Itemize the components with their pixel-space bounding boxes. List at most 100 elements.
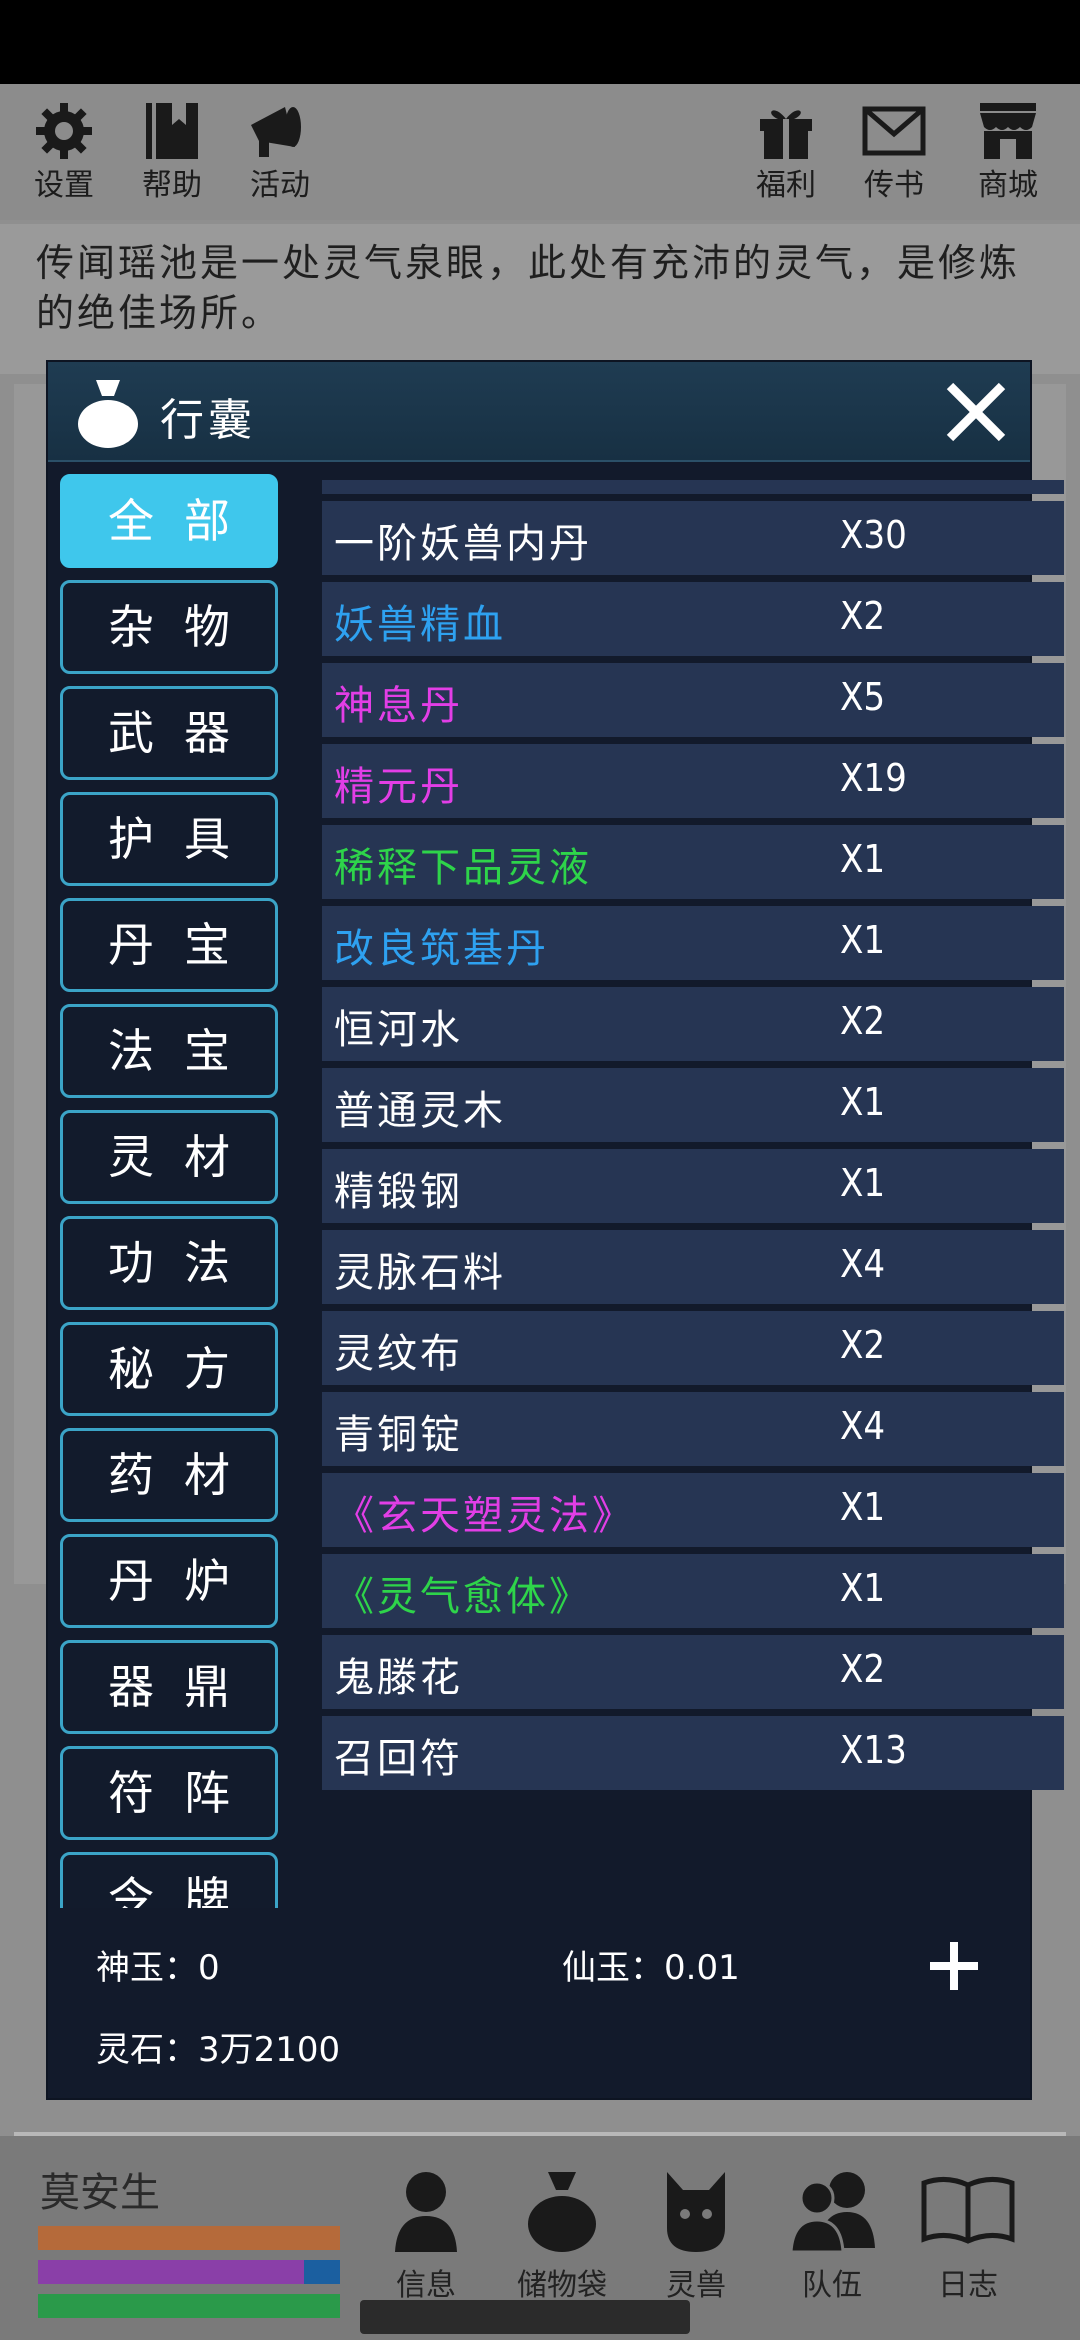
category-tab[interactable]: 法宝 — [60, 1004, 278, 1098]
item-name: 青铜锭 — [334, 1412, 463, 1458]
shenyu-balance: 神玉：0 — [96, 1948, 220, 1988]
close-icon[interactable] — [940, 376, 1012, 448]
item-row[interactable]: 灵纹布 X2 — [322, 1311, 1064, 1385]
log-book-icon — [908, 2160, 1028, 2260]
item-name: 鬼滕花 — [334, 1655, 463, 1701]
category-tab[interactable]: 全部 — [60, 474, 278, 568]
nav-storage-label: 储物袋 — [517, 2268, 607, 2303]
item-row[interactable]: 普通灵木 X1 — [322, 1068, 1064, 1142]
category-tab[interactable]: 杂物 — [60, 580, 278, 674]
item-quantity: X2 — [840, 594, 886, 638]
item-name: 改良筑基丹 — [334, 926, 549, 972]
category-tab[interactable]: 秘方 — [60, 1322, 278, 1416]
nav-info[interactable]: 信息 — [366, 2160, 486, 2304]
item-row[interactable]: 神息丹 X5 — [322, 663, 1064, 737]
help-button[interactable]: 帮助 — [122, 96, 222, 220]
top-toolbar: 设置 帮助 活动 福利 传书 商城 — [0, 84, 1080, 220]
player-name: 莫安生 — [40, 2170, 160, 2216]
category-tab[interactable]: 器鼎 — [60, 1640, 278, 1734]
home-indicator[interactable] — [360, 2300, 690, 2334]
item-name: 一阶妖兽内丹 — [334, 521, 592, 567]
category-tab[interactable]: 护具 — [60, 792, 278, 886]
item-quantity: X13 — [840, 1728, 907, 1772]
item-row[interactable]: 《灵气愈体》 X1 — [322, 1554, 1064, 1628]
help-label: 帮助 — [142, 168, 202, 203]
nav-team[interactable]: 队伍 — [772, 2160, 892, 2304]
item-quantity: X4 — [840, 1404, 886, 1448]
item-name: 恒河水 — [334, 1007, 463, 1053]
megaphone-icon — [230, 96, 330, 166]
item-row[interactable]: 改良筑基丹 X1 — [322, 906, 1064, 980]
welfare-button[interactable]: 福利 — [736, 96, 836, 220]
settings-label: 设置 — [34, 168, 94, 203]
item-row[interactable]: 青铜锭 X4 — [322, 1392, 1064, 1466]
inventory-dialog: 行囊 全部杂物武器护具丹宝法宝灵材功法秘方药材丹炉器鼎符阵令牌 下品灵石X10 一… — [48, 362, 1064, 2098]
welfare-label: 福利 — [756, 168, 816, 203]
add-currency-button[interactable] — [924, 1936, 984, 1996]
nav-log[interactable]: 日志 — [908, 2160, 1028, 2304]
item-list[interactable]: 下品灵石X10 一阶妖兽内丹 X30 妖兽精血 X2 神息丹 X5 精元丹 X19 稀释下品灵液 X… — [322, 480, 1064, 1810]
xianyu-balance: 仙玉：0.01 — [562, 1948, 740, 1988]
plus-icon — [930, 1942, 978, 1990]
item-quantity: X1 — [840, 1485, 886, 1529]
category-tab[interactable]: 灵材 — [60, 1110, 278, 1204]
settings-button[interactable]: 设置 — [14, 96, 114, 220]
activity-button[interactable]: 活动 — [230, 96, 330, 220]
item-row[interactable]: 下品灵石X10 — [322, 480, 1064, 494]
category-tab[interactable]: 令牌 — [60, 1852, 278, 1908]
shop-icon — [958, 96, 1058, 166]
item-name: 精元丹 — [334, 764, 463, 810]
item-row[interactable]: 稀释下品灵液 X1 — [322, 825, 1064, 899]
nav-spirit-beast[interactable]: 灵兽 — [636, 2160, 756, 2304]
bag-icon — [502, 2160, 622, 2260]
item-quantity: X1 — [840, 1080, 886, 1124]
item-quantity: X19 — [840, 756, 907, 800]
bar-fill — [38, 2226, 340, 2250]
category-list: 全部杂物武器护具丹宝法宝灵材功法秘方药材丹炉器鼎符阵令牌 — [60, 474, 278, 1908]
mail-button[interactable]: 传书 — [844, 96, 944, 220]
item-row[interactable]: 精元丹 X19 — [322, 744, 1064, 818]
item-quantity: X2 — [840, 1323, 886, 1367]
category-tab[interactable]: 符阵 — [60, 1746, 278, 1840]
dialog-header: 行囊 — [48, 362, 1030, 462]
category-tab[interactable]: 功法 — [60, 1216, 278, 1310]
shop-button[interactable]: 商城 — [958, 96, 1058, 220]
dialog-title: 行囊 — [160, 395, 256, 446]
nav-log-label: 日志 — [938, 2268, 998, 2303]
nav-info-label: 信息 — [396, 2268, 456, 2303]
bag-icon — [76, 376, 140, 452]
item-quantity: X1 — [840, 1161, 886, 1205]
nav-storage-bag[interactable]: 储物袋 — [502, 2160, 622, 2304]
item-name: 普通灵木 — [334, 1088, 506, 1134]
item-name: 《灵气愈体》 — [334, 1574, 592, 1620]
item-row[interactable]: 灵脉石料 X4 — [322, 1230, 1064, 1304]
item-quantity: X2 — [840, 999, 886, 1043]
item-quantity: X1 — [840, 1566, 886, 1610]
item-row[interactable]: 一阶妖兽内丹 X30 — [322, 501, 1064, 575]
item-row[interactable]: 鬼滕花 X2 — [322, 1635, 1064, 1709]
item-row[interactable]: 妖兽精血 X2 — [322, 582, 1064, 656]
category-tab[interactable]: 丹宝 — [60, 898, 278, 992]
item-row[interactable]: 恒河水 X2 — [322, 987, 1064, 1061]
item-quantity: X30 — [840, 513, 907, 557]
nav-team-label: 队伍 — [802, 2268, 862, 2303]
category-tab[interactable]: 药材 — [60, 1428, 278, 1522]
hp-bar — [38, 2226, 340, 2250]
category-tab[interactable]: 武器 — [60, 686, 278, 780]
status-bar — [0, 0, 1080, 84]
shop-label: 商城 — [978, 168, 1038, 203]
item-scroller: 下品灵石X10 一阶妖兽内丹 X30 妖兽精血 X2 神息丹 X5 精元丹 X19 稀释下品灵液 X… — [322, 480, 1064, 1797]
category-tab[interactable]: 丹炉 — [60, 1534, 278, 1628]
item-name: 稀释下品灵液 — [334, 845, 592, 891]
mp-bar — [38, 2260, 340, 2284]
activity-label: 活动 — [250, 168, 310, 203]
item-row[interactable]: 召回符 X13 — [322, 1716, 1064, 1790]
item-quantity: X5 — [840, 675, 886, 719]
mail-label: 传书 — [864, 168, 924, 203]
item-row[interactable]: 《玄天塑灵法》 X1 — [322, 1473, 1064, 1547]
item-quantity: X1 — [840, 918, 886, 962]
mail-icon — [844, 96, 944, 166]
item-quantity: X2 — [840, 1647, 886, 1691]
gift-icon — [736, 96, 836, 166]
item-row[interactable]: 精锻钢 X1 — [322, 1149, 1064, 1223]
